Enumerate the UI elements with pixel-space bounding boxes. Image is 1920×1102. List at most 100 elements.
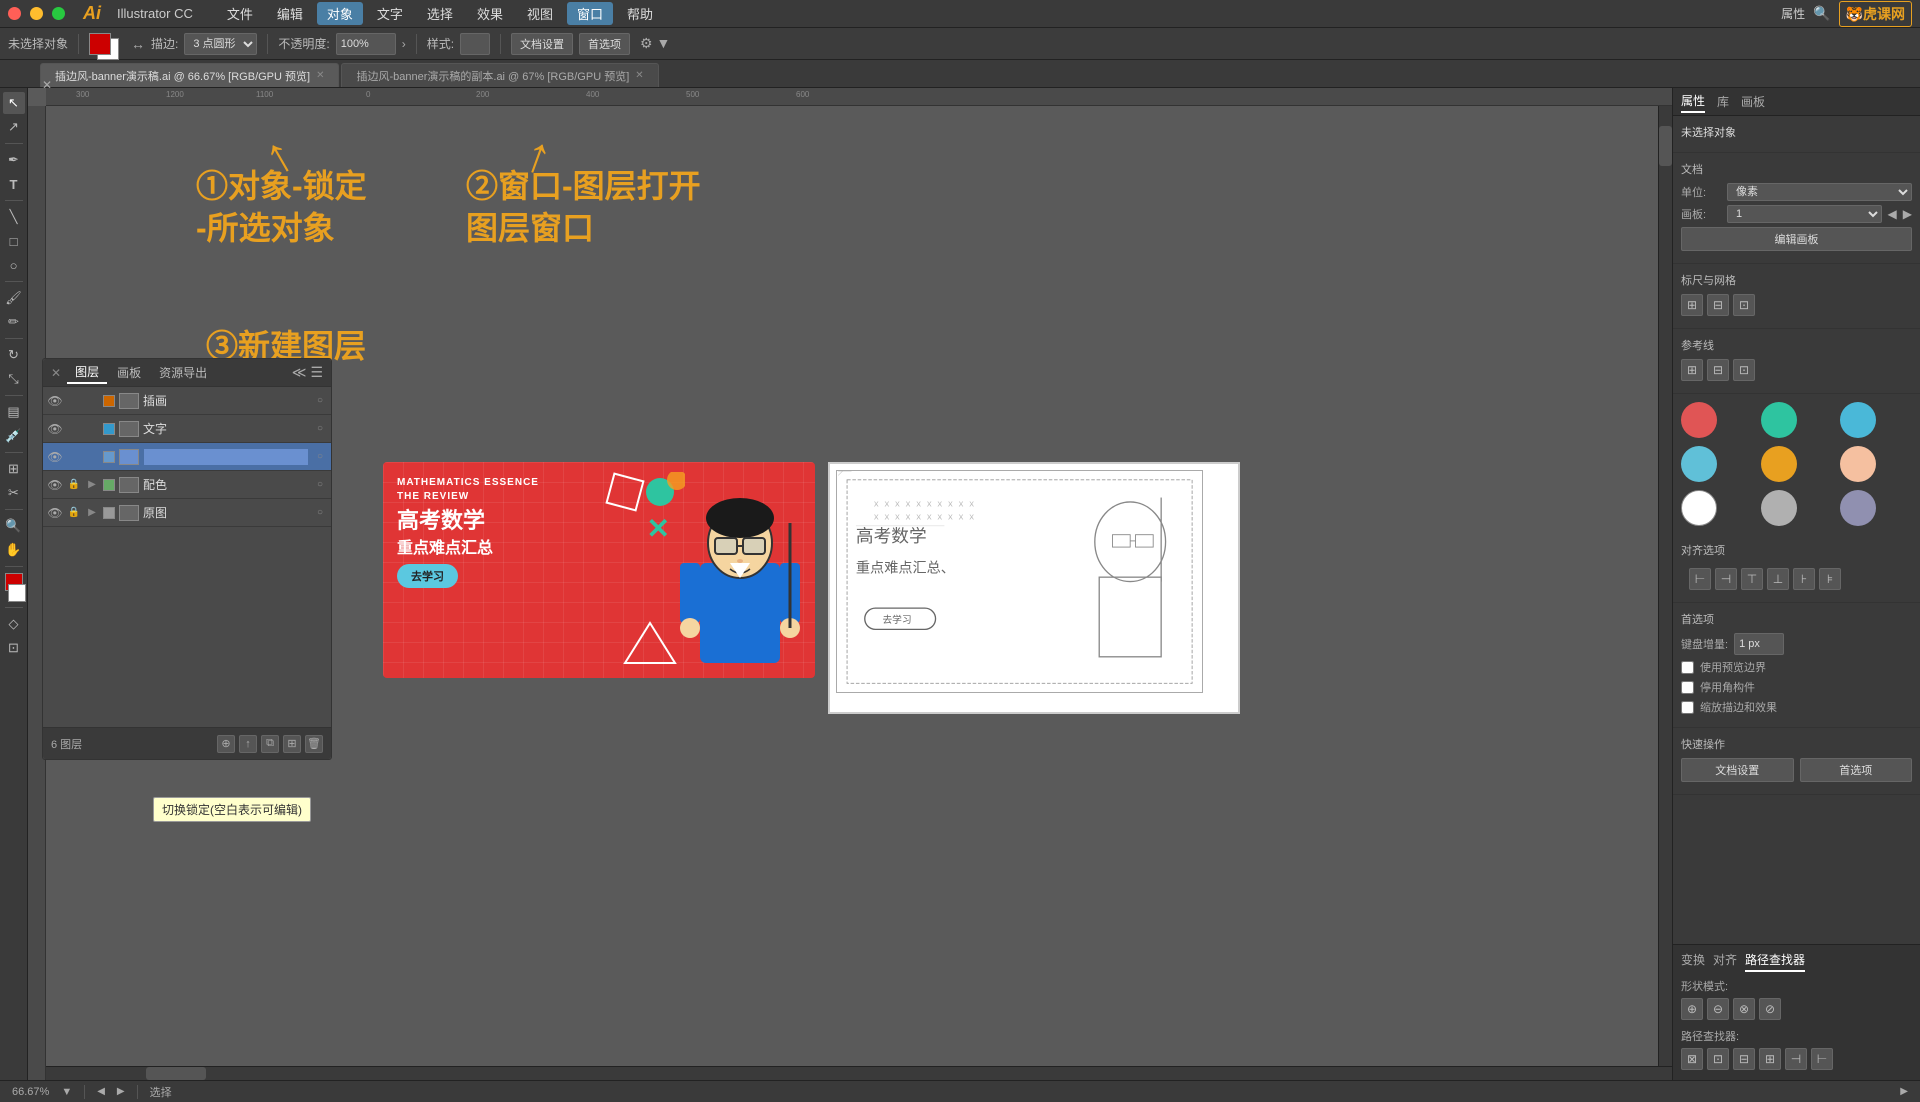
quick-preferences[interactable]: 首选项 — [1800, 758, 1913, 782]
eyedropper-tool[interactable]: 💉 — [3, 425, 25, 447]
panel-tab-artboards[interactable]: 画板 — [109, 362, 149, 383]
workspace-selector[interactable]: 属性 — [1781, 5, 1805, 22]
draw-mode[interactable]: ◇ — [3, 613, 25, 635]
ruler-icon-3[interactable]: ⊡ — [1733, 294, 1755, 316]
tab-0-close[interactable]: ✕ — [316, 70, 324, 81]
snap-edges-check[interactable] — [1681, 661, 1694, 674]
zoom-arrow[interactable]: ▼ — [61, 1086, 72, 1098]
color-swatch-orange[interactable] — [1761, 446, 1797, 482]
panel-menu[interactable]: ☰ — [310, 364, 323, 381]
align-right[interactable]: ⊤ — [1741, 568, 1763, 590]
guide-icon-1[interactable]: ⊞ — [1681, 359, 1703, 381]
panel-collapse[interactable]: ✕ — [51, 366, 61, 380]
layer-row-illustration[interactable]: 👁 插画 ○ — [43, 387, 331, 415]
pf-minus-back[interactable]: ⊢ — [1811, 1048, 1833, 1070]
horizontal-scrollbar[interactable] — [46, 1066, 1672, 1080]
tab-1[interactable]: 插边风-banner演示稿的副本.ai @ 67% [RGB/GPU 预览] ✕ — [341, 63, 658, 87]
move-layer-btn[interactable]: ↑ — [239, 735, 257, 753]
layer-row-text[interactable]: 👁 文字 ○ — [43, 415, 331, 443]
selection-tool[interactable]: ↖ — [3, 92, 25, 114]
guide-icon-2[interactable]: ⊟ — [1707, 359, 1729, 381]
panel-collapse-arrow[interactable]: ≪ — [292, 364, 307, 381]
layer-eye-editing[interactable]: 👁 — [47, 450, 63, 464]
artboard-prev[interactable]: ◀ — [1888, 207, 1897, 221]
color-swatch-lightblue[interactable] — [1681, 446, 1717, 482]
layer-row-color[interactable]: 👁 🔒 ▶ 配色 ○ — [43, 471, 331, 499]
prev-artboard[interactable]: ◀ — [97, 1086, 105, 1097]
artboard-tool[interactable]: ⊞ — [3, 458, 25, 480]
menu-text[interactable]: 文字 — [367, 2, 413, 25]
corner-widgets-check[interactable] — [1681, 681, 1694, 694]
maximize-button[interactable] — [52, 7, 65, 20]
color-swatch-teal[interactable] — [1761, 402, 1797, 438]
layer-circle-illustration[interactable]: ○ — [313, 395, 327, 406]
pf-divide[interactable]: ⊠ — [1681, 1048, 1703, 1070]
pf-trim[interactable]: ⊡ — [1707, 1048, 1729, 1070]
tab-1-close[interactable]: ✕ — [635, 70, 643, 81]
color-swatch-purple-gray[interactable] — [1840, 490, 1876, 526]
layer-circle-color[interactable]: ○ — [313, 479, 327, 490]
rotate-tool[interactable]: ↻ — [3, 344, 25, 366]
layer-circle-original[interactable]: ○ — [313, 507, 327, 518]
fill-swatch[interactable] — [89, 33, 111, 55]
layer-row-editing[interactable]: 👁 ○ — [43, 443, 331, 471]
align-left[interactable]: ⊢ — [1689, 568, 1711, 590]
menu-select[interactable]: 选择 — [417, 2, 463, 25]
type-tool[interactable]: T — [3, 173, 25, 195]
stroke-color[interactable] — [8, 584, 26, 602]
align-center-h[interactable]: ⊣ — [1715, 568, 1737, 590]
align-center-v[interactable]: ⊦ — [1793, 568, 1815, 590]
new-layer-btn[interactable]: ⊕ — [217, 735, 235, 753]
layer-circle-text[interactable]: ○ — [313, 423, 327, 434]
merge-layer-btn[interactable]: ⊞ — [283, 735, 301, 753]
style-swatch[interactable] — [460, 33, 490, 55]
align-top[interactable]: ⊥ — [1767, 568, 1789, 590]
doc-settings-button[interactable]: 文档设置 — [511, 33, 573, 55]
layer-lock-original[interactable]: 🔒 — [67, 507, 81, 518]
pencil-tool[interactable]: ✏ — [3, 311, 25, 333]
color-swatch-white[interactable] — [1681, 490, 1717, 526]
pf-merge[interactable]: ⊟ — [1733, 1048, 1755, 1070]
right-tab-artboard[interactable]: 画板 — [1741, 91, 1765, 112]
ruler-icon-1[interactable]: ⊞ — [1681, 294, 1703, 316]
toolbar-more[interactable]: ⚙ ▼ — [640, 35, 670, 52]
rect-tool[interactable]: □ — [3, 230, 25, 252]
layer-eye-text[interactable]: 👁 — [47, 422, 63, 436]
menu-window[interactable]: 窗口 — [567, 2, 613, 25]
stroke-type-select[interactable]: 3 点圆形 1 点 2 点 — [184, 33, 257, 55]
slice-tool[interactable]: ✂ — [3, 482, 25, 504]
next-artboard[interactable]: ▶ — [117, 1086, 125, 1097]
right-tab-properties[interactable]: 属性 — [1681, 90, 1705, 113]
edit-artboard-button[interactable]: 编辑画板 — [1681, 227, 1912, 251]
layer-expand-original[interactable]: ▶ — [85, 507, 99, 518]
unit-select[interactable]: 像素 毫米 厘米 — [1727, 183, 1912, 201]
paintbrush-tool[interactable]: 🖌 — [3, 287, 25, 309]
panel-tab-export[interactable]: 资源导出 — [151, 362, 215, 383]
close-button[interactable] — [8, 7, 21, 20]
line-tool[interactable]: ╲ — [3, 206, 25, 228]
layers-list[interactable]: 👁 插画 ○ 👁 文字 ○ 👁 — [43, 387, 331, 727]
keyboard-input[interactable] — [1734, 633, 1784, 655]
delete-layer-btn[interactable]: 🗑 — [305, 735, 323, 753]
shape-intersect[interactable]: ⊗ — [1733, 998, 1755, 1020]
guide-icon-3[interactable]: ⊡ — [1733, 359, 1755, 381]
layer-name-input[interactable] — [143, 448, 309, 466]
layer-eye-color[interactable]: 👁 — [47, 478, 63, 492]
scale-effects-check[interactable] — [1681, 701, 1694, 714]
shape-unite[interactable]: ⊕ — [1681, 998, 1703, 1020]
layer-expand-color[interactable]: ▶ — [85, 479, 99, 490]
menu-edit[interactable]: 编辑 — [267, 2, 313, 25]
search-icon[interactable]: 🔍 — [1813, 5, 1830, 22]
layer-lock-color[interactable]: 🔒 — [67, 479, 81, 490]
color-swatch-red[interactable] — [1681, 402, 1717, 438]
layer-circle-editing[interactable]: ○ — [313, 451, 327, 462]
layer-eye-original[interactable]: 👁 — [47, 506, 63, 520]
panel-tab-layers[interactable]: 图层 — [67, 361, 107, 384]
layer-eye-illustration[interactable]: 👁 — [47, 394, 63, 408]
bottom-tab-align[interactable]: 对齐 — [1713, 949, 1737, 972]
quick-doc-settings[interactable]: 文档设置 — [1681, 758, 1794, 782]
screen-mode[interactable]: ⊡ — [3, 637, 25, 659]
vertical-scrollbar[interactable] — [1658, 106, 1672, 1066]
pen-tool[interactable]: ✒ — [3, 149, 25, 171]
menu-object[interactable]: 对象 — [317, 2, 363, 25]
